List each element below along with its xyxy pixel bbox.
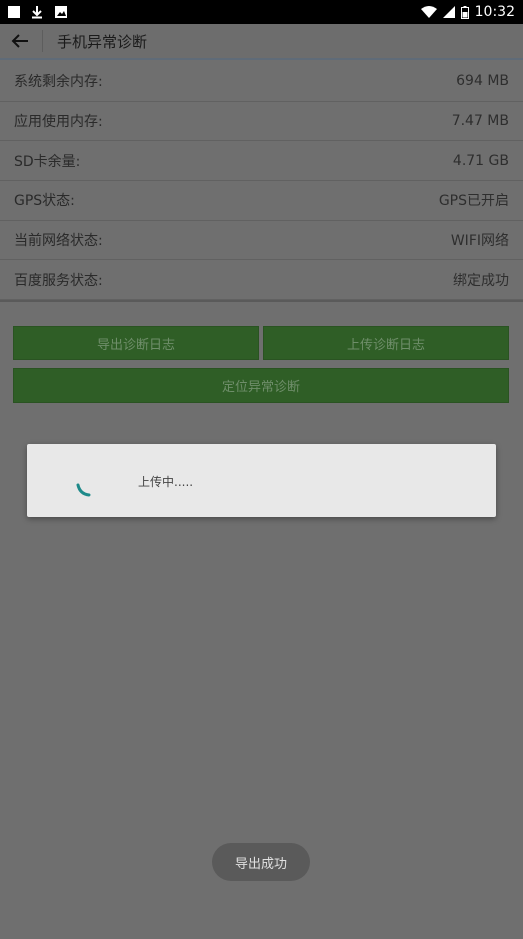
info-value: 绑定成功 — [453, 272, 509, 289]
status-bar: 10:32 — [0, 0, 523, 24]
info-label: SD卡余量: — [14, 153, 81, 170]
download-icon — [32, 6, 42, 19]
info-label: 应用使用内存: — [14, 114, 103, 131]
image-icon — [55, 6, 67, 18]
info-label: 当前网络状态: — [14, 233, 103, 250]
app-notification-icon — [8, 6, 20, 18]
upload-log-button[interactable]: 上传诊断日志 — [263, 326, 509, 360]
appbar-divider — [42, 30, 43, 52]
info-row-baidu-service: 百度服务状态: 绑定成功 — [0, 260, 523, 301]
toast-message: 导出成功 — [212, 843, 310, 881]
list-divider — [0, 300, 523, 303]
info-value: 694 MB — [456, 73, 509, 90]
wifi-icon — [420, 6, 437, 18]
info-row-gps-status: GPS状态: GPS已开启 — [0, 181, 523, 221]
progress-dialog: 上传中..... — [27, 444, 496, 517]
diagnostic-info-list: 系统剩余内存: 694 MB 应用使用内存: 7.47 MB SD卡余量: 4.… — [0, 62, 523, 303]
info-label: 百度服务状态: — [14, 272, 103, 289]
info-value: WIFI网络 — [450, 233, 509, 250]
dialog-message: 上传中..... — [138, 475, 194, 489]
status-right: 10:32 — [420, 4, 515, 20]
export-log-button[interactable]: 导出诊断日志 — [13, 326, 259, 360]
info-value: GPS已开启 — [438, 193, 509, 210]
battery-icon — [460, 5, 469, 19]
info-label: GPS状态: — [14, 193, 75, 210]
back-arrow-icon[interactable] — [6, 27, 34, 55]
info-label: 系统剩余内存: — [14, 74, 103, 91]
status-time: 10:32 — [474, 4, 515, 20]
loading-spinner-icon — [76, 483, 91, 497]
page-title: 手机异常诊断 — [57, 32, 148, 51]
info-value: 4.71 GB — [452, 152, 509, 169]
locate-diagnose-button[interactable]: 定位异常诊断 — [13, 368, 509, 403]
app-bar: 手机异常诊断 — [0, 24, 523, 60]
info-row-app-memory: 应用使用内存: 7.47 MB — [0, 102, 523, 142]
info-row-sd-card: SD卡余量: 4.71 GB — [0, 141, 523, 182]
info-row-system-memory: 系统剩余内存: 694 MB — [0, 62, 523, 102]
status-left — [8, 5, 68, 19]
info-value: 7.47 MB — [451, 113, 509, 130]
info-row-network-status: 当前网络状态: WIFI网络 — [0, 221, 523, 261]
signal-icon — [442, 6, 455, 18]
